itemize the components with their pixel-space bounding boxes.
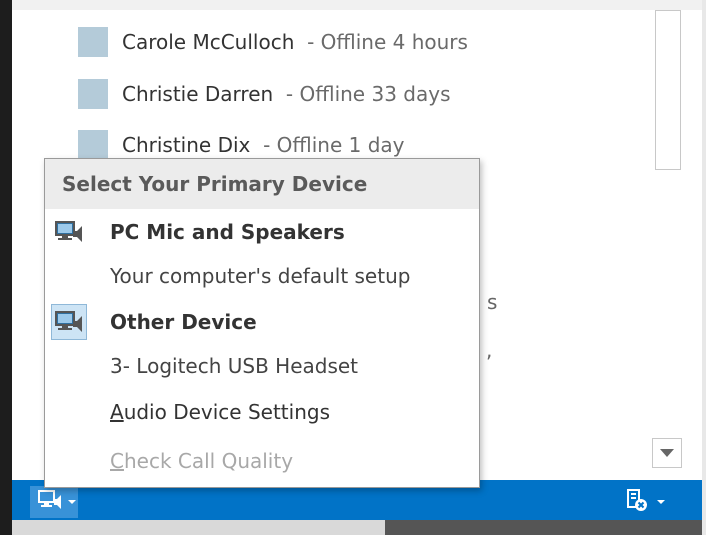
device-name: Other Device [110, 310, 257, 334]
contact-text-fragment: s [487, 290, 498, 314]
menu-item-detail: 3- Logitech USB Headset [45, 344, 479, 388]
monitor-speaker-icon [51, 214, 87, 250]
menu-item-check-call-quality: Check Call Quality [45, 439, 479, 483]
presence-indicator [78, 27, 108, 57]
contact-status: - Offline 1 day [263, 133, 405, 157]
presence-indicator [78, 130, 108, 160]
contact-row[interactable]: Carole McCulloch - Offline 4 hours [78, 27, 468, 57]
device-settings-icon [625, 488, 649, 516]
contact-status: - Offline 33 days [285, 82, 451, 106]
contact-list-scrollbar[interactable] [652, 10, 682, 480]
device-name: PC Mic and Speakers [110, 220, 345, 244]
contact-text-fragment: , [486, 338, 493, 362]
menu-item-detail: Your computer's default setup [45, 254, 479, 298]
monitor-speaker-icon [51, 304, 87, 340]
chevron-down-icon [657, 500, 665, 504]
menu-item-other-device[interactable]: Other Device [45, 300, 479, 344]
monitor-speaker-icon [38, 490, 62, 514]
window-frame-top [12, 0, 706, 10]
scroll-down-button[interactable] [652, 438, 682, 468]
device-detail: Your computer's default setup [110, 264, 411, 288]
chevron-down-icon [68, 500, 76, 504]
contact-name: Christie Darren [122, 82, 274, 106]
menu-item-pc-mic-and-speakers[interactable]: PC Mic and Speakers [45, 210, 479, 254]
window-bottom-strip [12, 520, 702, 535]
audio-device-settings-label: Audio Device Settings [110, 400, 330, 424]
contact-row[interactable]: Christie Darren - Offline 33 days [78, 79, 450, 109]
presence-indicator [78, 79, 108, 109]
check-call-quality-label: Check Call Quality [110, 449, 294, 473]
contact-status: - Offline 4 hours [307, 30, 468, 54]
contact-name: Christine Dix [122, 133, 251, 157]
menu-header: Select Your Primary Device [45, 159, 479, 209]
contact-name: Carole McCulloch [122, 30, 295, 54]
primary-device-button[interactable] [30, 486, 78, 518]
triangle-down-icon [660, 449, 674, 457]
menu-item-audio-device-settings[interactable]: Audio Device Settings [45, 390, 479, 434]
window-frame-left [0, 0, 12, 535]
window-frame-right [702, 0, 706, 535]
primary-device-menu: Select Your Primary Device PC Mic and Sp… [44, 158, 480, 488]
device-settings-button[interactable] [625, 488, 665, 516]
scrollbar-thumb[interactable] [655, 10, 681, 170]
device-detail: 3- Logitech USB Headset [110, 354, 359, 378]
contact-row[interactable]: Christine Dix - Offline 1 day [78, 130, 405, 160]
